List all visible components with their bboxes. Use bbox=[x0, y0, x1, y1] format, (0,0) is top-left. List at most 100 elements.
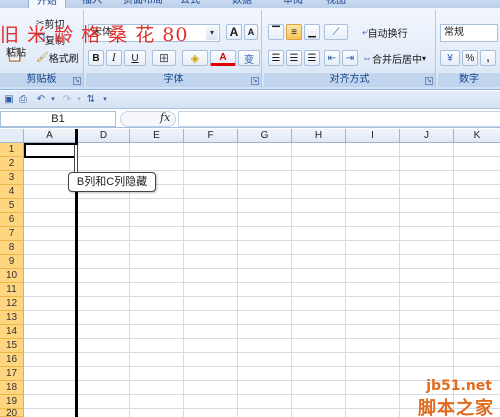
formula-bar: B1 fx bbox=[0, 110, 500, 128]
grow-font-button[interactable]: A bbox=[226, 24, 242, 40]
align-top-button[interactable]: ▔ bbox=[268, 24, 284, 40]
row-header[interactable]: 7 bbox=[0, 227, 24, 241]
gridline bbox=[399, 143, 400, 417]
paint-bucket-icon: ◈ bbox=[190, 52, 200, 65]
wrap-text-label: 自动换行 bbox=[367, 28, 408, 40]
column-header-d[interactable]: D bbox=[78, 129, 130, 143]
indent-icon: ⇥ bbox=[345, 52, 355, 64]
font-dialog-launcher[interactable]: ↘ bbox=[251, 77, 259, 85]
row-header[interactable]: 8 bbox=[0, 241, 24, 255]
align-middle-button[interactable]: ≡ bbox=[286, 24, 302, 40]
row-header[interactable]: 4 bbox=[0, 185, 24, 199]
format-painter-button[interactable]: 🖌 格式刷 bbox=[36, 50, 79, 65]
italic-button[interactable]: I bbox=[106, 50, 122, 66]
align-bottom-icon: ▁ bbox=[308, 26, 316, 38]
row-header[interactable]: 3 bbox=[0, 171, 24, 185]
column-header-i[interactable]: I bbox=[346, 129, 400, 143]
sort-icon[interactable]: ⇅ bbox=[84, 93, 98, 107]
row-header[interactable]: 11 bbox=[0, 283, 24, 297]
phonetic-button[interactable]: 变 bbox=[238, 50, 260, 66]
tab-review[interactable]: 审阅 bbox=[283, 0, 303, 8]
row-header[interactable]: 2 bbox=[0, 157, 24, 171]
merge-center-label: 合并后居中 bbox=[372, 54, 422, 66]
callout-pointer bbox=[74, 145, 78, 173]
column-header-f[interactable]: F bbox=[184, 129, 238, 143]
format-painter-label: 格式刷 bbox=[48, 53, 79, 65]
fill-color-button[interactable]: ◈ bbox=[182, 50, 208, 66]
decrease-indent-button[interactable]: ⇤ bbox=[324, 50, 340, 66]
row-header[interactable]: 18 bbox=[0, 381, 24, 395]
clipboard-dialog-launcher[interactable]: ↘ bbox=[73, 77, 81, 85]
column-header-k[interactable]: K bbox=[454, 129, 500, 143]
orientation-button[interactable]: ⟋ bbox=[324, 24, 348, 40]
undo-dropdown-icon[interactable]: ▾ bbox=[46, 93, 60, 107]
row-header[interactable]: 1 bbox=[0, 143, 24, 157]
align-left-icon: ☰ bbox=[271, 52, 281, 64]
tab-data[interactable]: 数据 bbox=[232, 0, 252, 8]
brush-icon: 🖌 bbox=[36, 51, 49, 63]
customize-toolbar-icon[interactable]: ▾ bbox=[98, 93, 112, 107]
wrap-text-button[interactable]: ⤶ 自动换行 bbox=[362, 24, 408, 40]
tab-insert[interactable]: 插入 bbox=[82, 0, 102, 8]
row-header[interactable]: 5 bbox=[0, 199, 24, 213]
tab-formulas[interactable]: 公式 bbox=[180, 0, 200, 8]
tab-page-layout[interactable]: 页面布局 bbox=[123, 0, 163, 8]
gridline bbox=[345, 143, 346, 417]
column-header-a[interactable]: A bbox=[24, 129, 76, 143]
row-header[interactable]: 15 bbox=[0, 339, 24, 353]
currency-button[interactable]: ¥ bbox=[440, 50, 460, 66]
ribbon-tab-bar: 开始 插入 页面布局 公式 数据 审阅 视图 bbox=[0, 0, 500, 8]
column-header-h[interactable]: H bbox=[292, 129, 346, 143]
borders-button[interactable]: ⊞ bbox=[152, 50, 176, 66]
chevron-down-icon: ▾ bbox=[422, 53, 427, 63]
row-header[interactable]: 14 bbox=[0, 325, 24, 339]
font-color-button[interactable]: A bbox=[210, 50, 236, 66]
align-right-button[interactable]: ☰ bbox=[304, 50, 320, 66]
row-header[interactable]: 20 bbox=[0, 409, 24, 417]
print-icon[interactable]: ⎙ bbox=[16, 93, 30, 107]
text-angle-icon: ⟋ bbox=[332, 26, 340, 38]
alignment-dialog-launcher[interactable]: ↘ bbox=[425, 77, 433, 85]
align-center-button[interactable]: ☰ bbox=[286, 50, 302, 66]
row-header[interactable]: 9 bbox=[0, 255, 24, 269]
number-format-value: 常规 bbox=[444, 27, 464, 38]
column-header-g[interactable]: G bbox=[238, 129, 292, 143]
number-group-label: 数字 bbox=[438, 73, 500, 87]
row-header[interactable]: 16 bbox=[0, 353, 24, 367]
row-header[interactable]: 13 bbox=[0, 311, 24, 325]
align-left-button[interactable]: ☰ bbox=[268, 50, 284, 66]
ribbon: 📋 粘贴 ✂ 剪切 ❐ 复制 🖌 格式刷 剪贴板 ↘ 宋体 ▾ A A B I U ⊞… bbox=[0, 8, 500, 90]
select-all-corner[interactable] bbox=[0, 129, 24, 143]
overlay-title: 旧 米 龄 格 桑 花 80 bbox=[0, 20, 188, 47]
insert-function-icon[interactable]: fx bbox=[160, 111, 170, 124]
comma-button[interactable]: , bbox=[480, 50, 496, 66]
alignment-group: ▔ ≡ ▁ ⟋ ☰ ☰ ☰ ⇤ ⇥ ⤶ 自动换行 ⇔ 合并后居中 ▾ 对齐方式 ↘ bbox=[264, 10, 436, 88]
name-box[interactable]: B1 bbox=[0, 111, 116, 127]
row-header[interactable]: 12 bbox=[0, 297, 24, 311]
column-header-e[interactable]: E bbox=[130, 129, 184, 143]
gridline bbox=[291, 143, 292, 417]
align-bottom-button[interactable]: ▁ bbox=[304, 24, 320, 40]
column-header-j[interactable]: J bbox=[400, 129, 454, 143]
save-icon[interactable]: ▣ bbox=[2, 93, 16, 107]
shrink-font-button[interactable]: A bbox=[244, 24, 258, 40]
merge-center-button[interactable]: ⇔ 合并后居中 ▾ bbox=[362, 50, 426, 66]
row-header[interactable]: 17 bbox=[0, 367, 24, 381]
row-header[interactable]: 6 bbox=[0, 213, 24, 227]
tab-view[interactable]: 视图 bbox=[326, 0, 346, 8]
gridline bbox=[183, 143, 184, 417]
alignment-group-label: 对齐方式 bbox=[264, 73, 435, 87]
underline-button[interactable]: U bbox=[124, 50, 146, 66]
row-header[interactable]: 19 bbox=[0, 395, 24, 409]
formula-input[interactable] bbox=[178, 111, 500, 127]
number-format-combo[interactable]: 常规 bbox=[440, 24, 498, 42]
percent-button[interactable]: % bbox=[462, 50, 478, 66]
border-grid-icon: ⊞ bbox=[158, 51, 170, 65]
bold-button[interactable]: B bbox=[88, 50, 104, 66]
row-header[interactable]: 10 bbox=[0, 269, 24, 283]
gridline bbox=[453, 143, 454, 417]
tab-home[interactable]: 开始 bbox=[28, 0, 66, 8]
merge-icon: ⇔ bbox=[362, 52, 372, 64]
active-cell[interactable] bbox=[24, 143, 76, 158]
increase-indent-button[interactable]: ⇥ bbox=[342, 50, 358, 66]
